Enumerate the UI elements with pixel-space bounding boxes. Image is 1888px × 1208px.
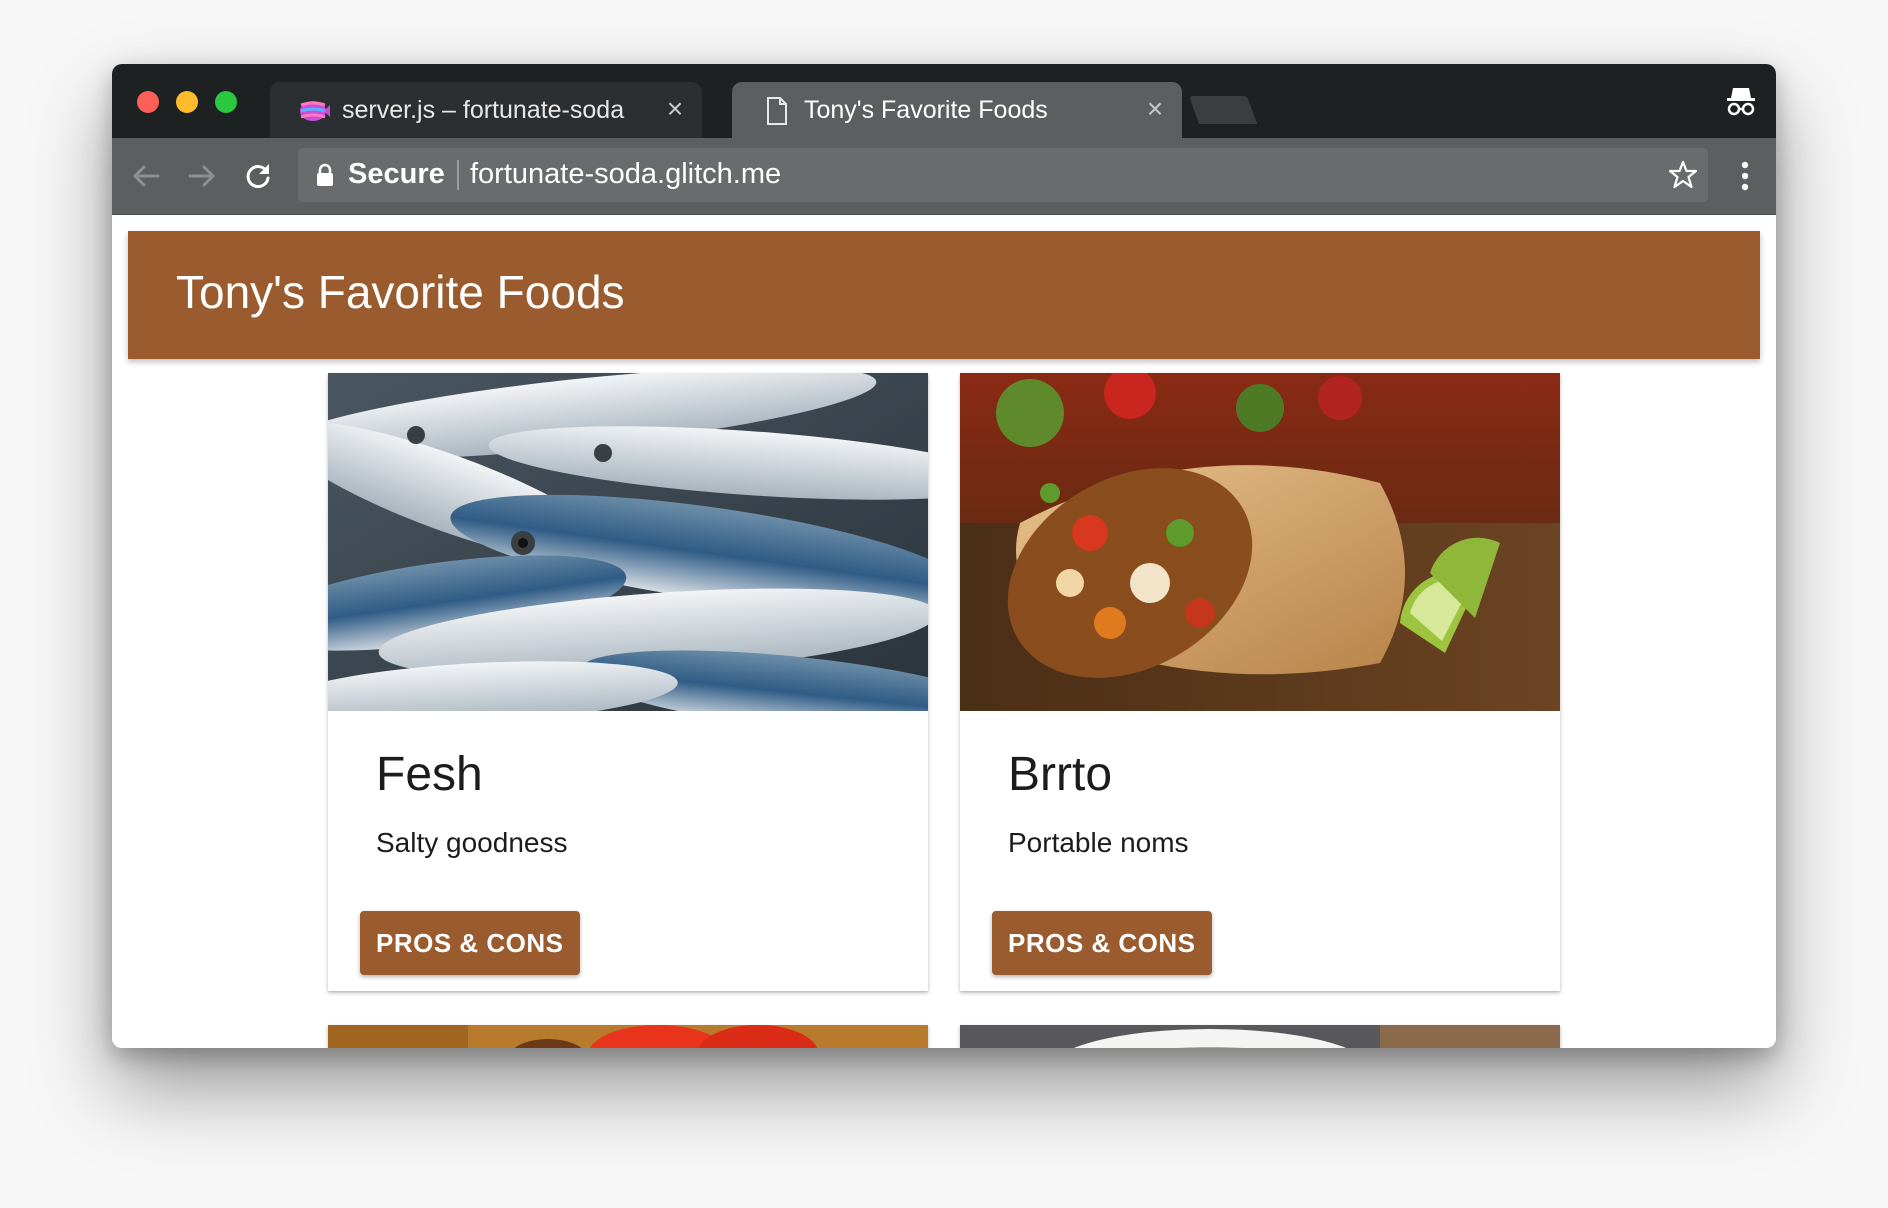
reload-icon[interactable] xyxy=(242,160,274,192)
soup-bowl-photo xyxy=(960,1025,1560,1048)
lock-icon xyxy=(316,163,334,187)
pros-cons-button[interactable]: PROS & CONS xyxy=(992,911,1212,975)
pros-cons-button[interactable]: PROS & CONS xyxy=(360,911,580,975)
more-options-icon[interactable] xyxy=(1740,160,1750,192)
close-window-button[interactable] xyxy=(137,91,159,113)
security-label[interactable]: Secure xyxy=(348,158,445,191)
address-separator xyxy=(457,160,459,190)
browser-toolbar: Secure fortunate-soda.glitch.me xyxy=(112,138,1776,215)
bookmark-star-icon[interactable] xyxy=(1668,160,1698,190)
url-text[interactable]: fortunate-soda.glitch.me xyxy=(470,158,781,191)
card-title: Brrto xyxy=(1008,748,1113,801)
burrito-photo xyxy=(960,373,1560,711)
tab-tonys-favorite-foods[interactable]: Tony's Favorite Foods × xyxy=(732,82,1182,138)
forward-arrow-icon[interactable] xyxy=(186,160,218,192)
card-subtitle: Portable noms xyxy=(1008,827,1189,858)
app-bar: Tony's Favorite Foods xyxy=(128,231,1760,359)
tab-server-js[interactable]: server.js – fortunate-soda × xyxy=(270,82,702,138)
tomato-photo xyxy=(328,1025,928,1048)
back-arrow-icon[interactable] xyxy=(130,160,162,192)
close-tab-icon[interactable]: × xyxy=(660,94,690,124)
incognito-icon xyxy=(1724,84,1758,118)
food-card xyxy=(328,1025,928,1048)
address-bar[interactable]: Secure fortunate-soda.glitch.me xyxy=(298,148,1708,202)
browser-window: server.js – fortunate-soda × Tony's Favo… xyxy=(112,64,1776,1048)
food-card xyxy=(960,1025,1560,1048)
glitch-fish-icon xyxy=(298,96,330,126)
new-tab-button[interactable] xyxy=(1188,96,1258,124)
page-title: Tony's Favorite Foods xyxy=(176,266,625,318)
close-tab-icon[interactable]: × xyxy=(1140,94,1170,124)
tab-title: Tony's Favorite Foods xyxy=(804,96,1048,124)
tab-title: server.js – fortunate-soda xyxy=(342,96,625,124)
page-viewport: Tony's Favorite Foods Fesh Salty goodnes… xyxy=(112,215,1776,1048)
food-card: Brrto Portable noms PROS & CONS xyxy=(960,373,1560,991)
minimize-window-button[interactable] xyxy=(176,91,198,113)
tab-strip: server.js – fortunate-soda × Tony's Favo… xyxy=(112,64,1776,138)
card-title: Fesh xyxy=(376,748,483,801)
food-card: Fesh Salty goodness PROS & CONS xyxy=(328,373,928,991)
document-icon xyxy=(760,96,792,126)
mackerel-fish-photo xyxy=(328,373,928,711)
card-subtitle: Salty goodness xyxy=(376,827,568,858)
maximize-window-button[interactable] xyxy=(215,91,237,113)
